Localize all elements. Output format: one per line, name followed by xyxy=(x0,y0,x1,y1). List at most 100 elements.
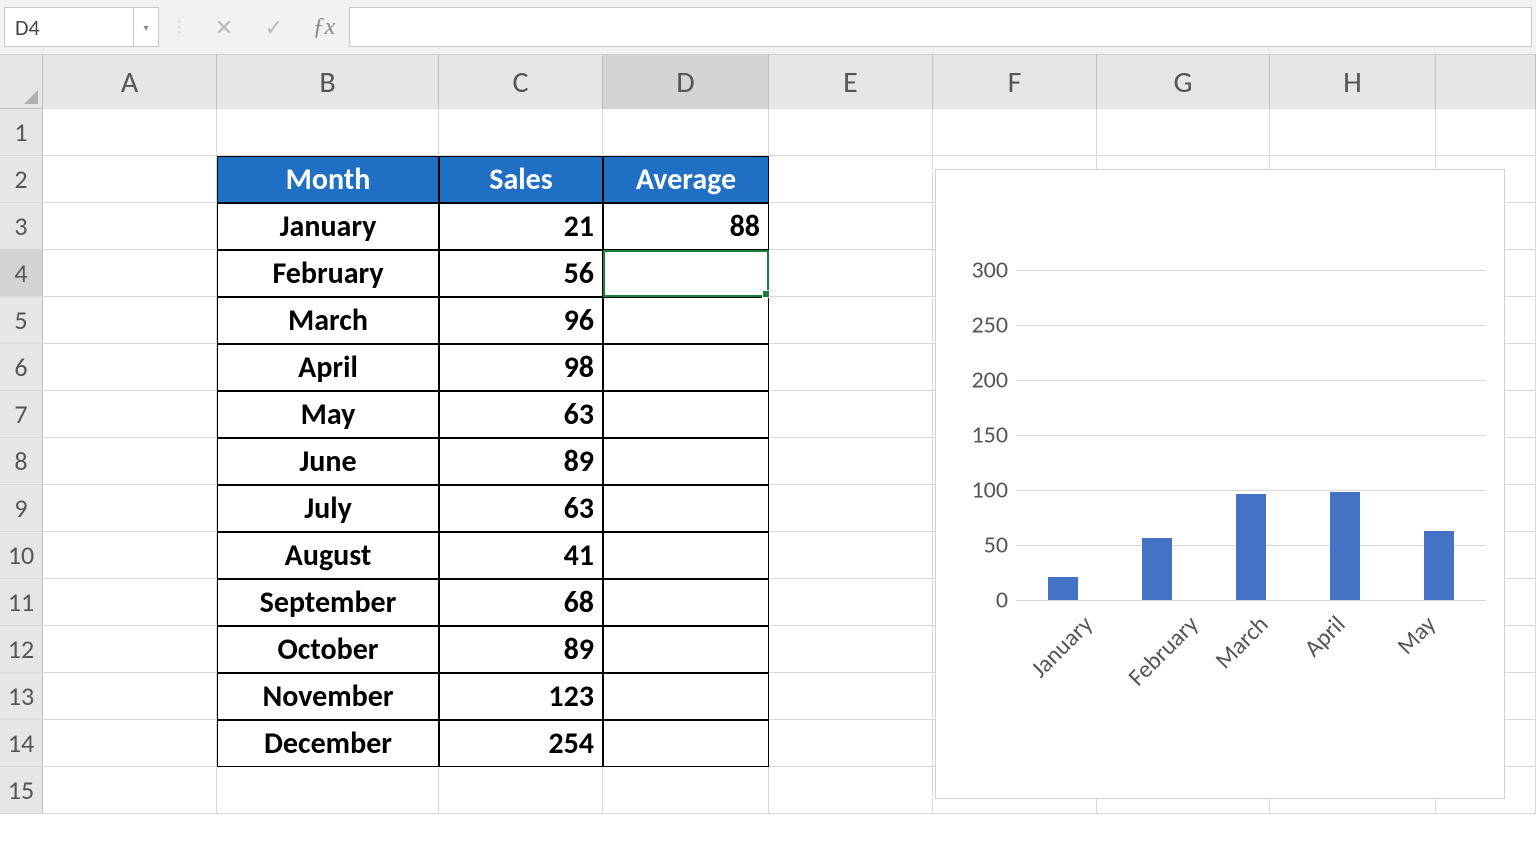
cell-C2[interactable]: 254 xyxy=(439,720,603,767)
cell-D11[interactable] xyxy=(603,297,769,344)
chart-bar-February[interactable] xyxy=(1142,538,1172,600)
cell-A6[interactable] xyxy=(43,532,217,579)
row-header-2[interactable]: 2 xyxy=(0,156,43,203)
cell-B2[interactable]: December xyxy=(217,720,439,767)
col-header-E[interactable]: E xyxy=(769,55,933,109)
cell-F15[interactable] xyxy=(933,109,1097,156)
cell-B8[interactable]: June xyxy=(217,438,439,485)
cell-B10[interactable]: April xyxy=(217,344,439,391)
row-header-15[interactable]: 15 xyxy=(0,767,43,814)
cell-E13[interactable] xyxy=(769,203,933,250)
formula-input[interactable] xyxy=(349,7,1532,47)
cell-B13[interactable]: January xyxy=(217,203,439,250)
name-box-dropdown-icon[interactable]: ▾ xyxy=(134,7,159,47)
cell-B6[interactable]: August xyxy=(217,532,439,579)
col-header-A[interactable]: A xyxy=(43,55,217,109)
row-header-13[interactable]: 13 xyxy=(0,673,43,720)
cell-I15[interactable] xyxy=(1436,109,1536,156)
cell-D2[interactable] xyxy=(603,720,769,767)
header-average[interactable]: Average xyxy=(603,156,769,203)
cell-C12[interactable]: 56 xyxy=(439,250,603,297)
cell-A2[interactable] xyxy=(43,720,217,767)
cell-G15[interactable] xyxy=(1097,109,1270,156)
cell-A4[interactable] xyxy=(43,626,217,673)
cell-A1[interactable] xyxy=(43,767,217,814)
cell-E5[interactable] xyxy=(769,579,933,626)
cell-H15[interactable] xyxy=(1270,109,1436,156)
col-header-H[interactable]: H xyxy=(1270,55,1436,109)
cell-D4[interactable] xyxy=(603,626,769,673)
row-header-7[interactable]: 7 xyxy=(0,391,43,438)
cell-D13[interactable]: 88 xyxy=(603,203,769,250)
cell-E9[interactable] xyxy=(769,391,933,438)
cell-A10[interactable] xyxy=(43,344,217,391)
cell-B3[interactable]: November xyxy=(217,673,439,720)
cell-E15[interactable] xyxy=(769,109,933,156)
row-header-4[interactable]: 4 xyxy=(0,250,43,297)
cell-B11[interactable]: March xyxy=(217,297,439,344)
cell-E3[interactable] xyxy=(769,673,933,720)
row-header-3[interactable]: 3 xyxy=(0,203,43,250)
col-header-G[interactable]: G xyxy=(1097,55,1270,109)
cell-A5[interactable] xyxy=(43,579,217,626)
cell-C11[interactable]: 96 xyxy=(439,297,603,344)
col-header-F[interactable]: F xyxy=(933,55,1097,109)
cell-D7[interactable] xyxy=(603,485,769,532)
header-sales[interactable]: Sales xyxy=(439,156,603,203)
cell-A9[interactable] xyxy=(43,391,217,438)
row-header-5[interactable]: 5 xyxy=(0,297,43,344)
chart-bar-May[interactable] xyxy=(1424,531,1454,600)
cell-D1[interactable] xyxy=(603,767,769,814)
chart-bar-January[interactable] xyxy=(1048,577,1078,600)
chart[interactable]: 050100150200250300JanuaryFebruaryMarchAp… xyxy=(935,169,1505,799)
cell-E4[interactable] xyxy=(769,626,933,673)
row-header-8[interactable]: 8 xyxy=(0,438,43,485)
cell-E2[interactable] xyxy=(769,720,933,767)
cell-B12[interactable]: February xyxy=(217,250,439,297)
cell-D9[interactable] xyxy=(603,391,769,438)
cell-D15[interactable] xyxy=(603,109,769,156)
cell-E7[interactable] xyxy=(769,485,933,532)
cell-B9[interactable]: May xyxy=(217,391,439,438)
insert-function-icon[interactable]: ƒx xyxy=(299,7,349,47)
cell-D8[interactable] xyxy=(603,438,769,485)
cell-D10[interactable] xyxy=(603,344,769,391)
cell-B1[interactable] xyxy=(217,767,439,814)
cell-D5[interactable] xyxy=(603,579,769,626)
row-header-1[interactable]: 1 xyxy=(0,109,43,156)
cell-A14[interactable] xyxy=(43,156,217,203)
cell-C7[interactable]: 63 xyxy=(439,485,603,532)
cell-B7[interactable]: July xyxy=(217,485,439,532)
cell-E11[interactable] xyxy=(769,297,933,344)
col-header-C[interactable]: C xyxy=(439,55,603,109)
cell-E1[interactable] xyxy=(769,767,933,814)
header-month[interactable]: Month xyxy=(217,156,439,203)
chart-bar-April[interactable] xyxy=(1330,492,1360,600)
row-header-11[interactable]: 11 xyxy=(0,579,43,626)
row-header-12[interactable]: 12 xyxy=(0,626,43,673)
cell-C8[interactable]: 89 xyxy=(439,438,603,485)
cell-A12[interactable] xyxy=(43,250,217,297)
cell-C5[interactable]: 68 xyxy=(439,579,603,626)
cell-C10[interactable]: 98 xyxy=(439,344,603,391)
cell-A8[interactable] xyxy=(43,438,217,485)
enter-icon[interactable]: ✓ xyxy=(249,7,299,47)
cells-area[interactable]: MonthSalesAverageJanuary2188February56Ma… xyxy=(43,109,1536,814)
cancel-icon[interactable]: ✕ xyxy=(199,7,249,47)
cell-B4[interactable]: October xyxy=(217,626,439,673)
cell-C4[interactable]: 89 xyxy=(439,626,603,673)
cell-A15[interactable] xyxy=(43,109,217,156)
cell-A7[interactable] xyxy=(43,485,217,532)
cell-B15[interactable] xyxy=(217,109,439,156)
cell-E6[interactable] xyxy=(769,532,933,579)
cell-A3[interactable] xyxy=(43,673,217,720)
cell-A13[interactable] xyxy=(43,203,217,250)
cell-E8[interactable] xyxy=(769,438,933,485)
cell-D12[interactable] xyxy=(603,250,769,297)
cell-C1[interactable] xyxy=(439,767,603,814)
name-box[interactable]: D4 xyxy=(4,7,134,47)
col-header-extra[interactable] xyxy=(1436,55,1536,109)
row-header-14[interactable]: 14 xyxy=(0,720,43,767)
cell-B5[interactable]: September xyxy=(217,579,439,626)
row-header-6[interactable]: 6 xyxy=(0,344,43,391)
